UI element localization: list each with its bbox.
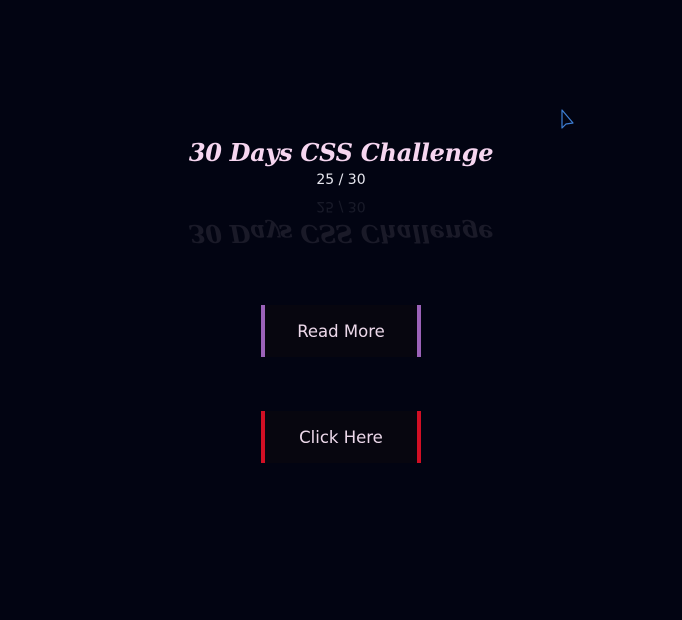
- page-title: 30 Days CSS Challenge: [188, 138, 494, 167]
- click-here-label: Click Here: [299, 427, 383, 447]
- day-counter-reflection: 25 / 30: [316, 198, 366, 214]
- read-more-label: Read More: [297, 321, 385, 341]
- mouse-pointer-icon: [561, 109, 574, 129]
- challenge-header: 30 Days CSS Challenge 25 / 30: [0, 136, 682, 190]
- page-title-reflection: 30 Days CSS Challenge: [188, 219, 494, 248]
- header-reflection: 30 Days CSS Challenge 25 / 30: [0, 196, 682, 250]
- day-counter: 25 / 30: [316, 172, 366, 188]
- click-here-button[interactable]: Click Here: [261, 411, 421, 463]
- read-more-button[interactable]: Read More: [261, 305, 421, 357]
